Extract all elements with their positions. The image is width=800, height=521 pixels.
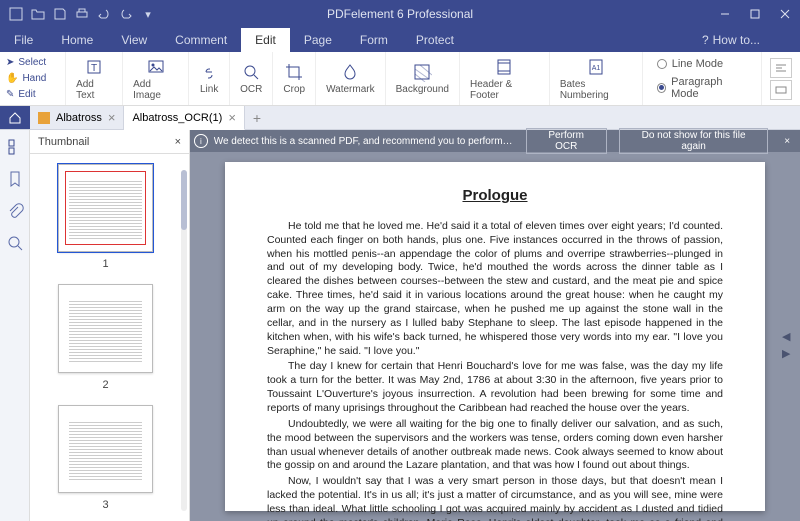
cursor-icon: ➤ xyxy=(6,57,14,68)
attachments-icon[interactable] xyxy=(6,202,24,220)
align-group xyxy=(762,52,800,105)
select-tool[interactable]: ➤Select xyxy=(6,55,59,69)
close-panel-icon[interactable]: × xyxy=(175,136,181,148)
nav-arrows: ◀ ▶ xyxy=(782,326,796,364)
maximize-button[interactable] xyxy=(740,0,770,28)
paragraph: Now, I wouldn't say that I was a very sm… xyxy=(267,475,723,521)
how-to[interactable]: ?How to... xyxy=(686,33,800,47)
paragraph: The day I knew for certain that Henri Bo… xyxy=(267,360,723,415)
radio-off-icon xyxy=(657,59,667,69)
document-tabs: Albatross× Albatross_OCR(1)× + xyxy=(0,106,800,130)
close-button[interactable] xyxy=(770,0,800,28)
qat-dropdown-icon[interactable]: ▾ xyxy=(140,6,156,22)
pencil-icon: ✎ xyxy=(6,89,14,100)
radio-on-icon xyxy=(657,83,666,93)
thumbnail-page-2[interactable] xyxy=(58,284,153,372)
line-mode-radio[interactable]: Line Mode xyxy=(657,58,747,70)
minimize-button[interactable] xyxy=(710,0,740,28)
new-tab-button[interactable]: + xyxy=(245,106,269,129)
page-heading: Prologue xyxy=(267,186,723,206)
select-group: ➤Select ✋Hand ✎Edit xyxy=(0,52,66,105)
add-image-button[interactable]: Add Image xyxy=(123,52,189,105)
info-icon: i xyxy=(194,134,208,148)
align-button-2[interactable] xyxy=(770,80,792,100)
close-icon[interactable]: × xyxy=(108,110,116,125)
edit-mode-group: Line Mode Paragraph Mode xyxy=(643,52,762,105)
paragraph: Undoubtedly, we were all waiting for the… xyxy=(267,418,723,473)
svg-text:A1: A1 xyxy=(591,65,600,72)
document-viewer: i We detect this is a scanned PDF, and r… xyxy=(190,130,800,521)
print-icon[interactable] xyxy=(74,6,90,22)
menu-page[interactable]: Page xyxy=(290,28,346,52)
menu-comment[interactable]: Comment xyxy=(161,28,241,52)
ocr-button[interactable]: OCR xyxy=(230,52,273,105)
app-title: PDFelement 6 Professional xyxy=(327,7,473,21)
menu-form[interactable]: Form xyxy=(346,28,402,52)
link-button[interactable]: Link xyxy=(189,52,230,105)
menu-edit[interactable]: Edit xyxy=(241,28,290,52)
watermark-button[interactable]: Watermark xyxy=(316,52,386,105)
thumb-num: 1 xyxy=(102,258,108,270)
thumb-num: 2 xyxy=(102,379,108,391)
thumb-num: 3 xyxy=(102,499,108,511)
thumbnails-icon[interactable] xyxy=(6,138,24,156)
app-logo-icon xyxy=(8,6,24,22)
hand-icon: ✋ xyxy=(6,73,18,84)
thumbnail-title: Thumbnail xyxy=(38,136,89,148)
titlebar: ▾ PDFelement 6 Professional xyxy=(0,0,800,28)
edit-tool[interactable]: ✎Edit xyxy=(6,88,59,102)
dont-show-button[interactable]: Do not show for this file again xyxy=(619,128,769,154)
svg-text:T: T xyxy=(91,63,97,74)
close-icon[interactable]: × xyxy=(228,110,236,125)
align-button-1[interactable] xyxy=(770,58,792,78)
menubar: File Home View Comment Edit Page Form Pr… xyxy=(0,28,800,52)
document-page[interactable]: Prologue He told me that he loved me. He… xyxy=(225,162,765,511)
background-button[interactable]: Background xyxy=(386,52,460,105)
paragraph-mode-radio[interactable]: Paragraph Mode xyxy=(657,76,747,100)
save-icon[interactable] xyxy=(52,6,68,22)
paragraph: He told me that he loved me. He'd said i… xyxy=(267,220,723,359)
notice-text: We detect this is a scanned PDF, and rec… xyxy=(214,136,514,147)
bookmarks-icon[interactable] xyxy=(6,170,24,188)
close-notice-icon[interactable]: × xyxy=(778,136,796,147)
menu-view[interactable]: View xyxy=(107,28,161,52)
open-icon[interactable] xyxy=(30,6,46,22)
next-arrow[interactable]: ▶ xyxy=(782,347,796,360)
thumbnail-page-3[interactable] xyxy=(58,405,153,493)
crop-button[interactable]: Crop xyxy=(273,52,316,105)
hand-tool[interactable]: ✋Hand xyxy=(6,71,59,85)
bates-button[interactable]: A1Bates Numbering xyxy=(550,52,643,105)
search-icon[interactable] xyxy=(6,234,24,252)
add-text-button[interactable]: TAdd Text xyxy=(66,52,123,105)
menu-file[interactable]: File xyxy=(0,28,47,52)
help-icon: ? xyxy=(702,33,709,47)
ribbon: ➤Select ✋Hand ✎Edit TAdd Text Add Image … xyxy=(0,52,800,106)
home-tab[interactable] xyxy=(0,106,30,129)
tab-albatross[interactable]: Albatross× xyxy=(30,106,124,129)
thumbnail-page-1[interactable] xyxy=(58,164,153,252)
tab-albatross-ocr[interactable]: Albatross_OCR(1)× xyxy=(124,106,244,130)
side-nav xyxy=(0,130,30,521)
prev-arrow[interactable]: ◀ xyxy=(782,330,796,343)
menu-home[interactable]: Home xyxy=(47,28,107,52)
redo-icon[interactable] xyxy=(118,6,134,22)
pdf-icon xyxy=(38,112,50,124)
header-footer-button[interactable]: Header & Footer xyxy=(460,52,550,105)
menu-protect[interactable]: Protect xyxy=(402,28,468,52)
thumbnail-panel: Thumbnail × 1 2 3 xyxy=(30,130,190,521)
thumbnail-scrollbar[interactable] xyxy=(181,170,187,511)
perform-ocr-button[interactable]: Perform OCR xyxy=(526,128,607,154)
undo-icon[interactable] xyxy=(96,6,112,22)
ocr-notice-bar: i We detect this is a scanned PDF, and r… xyxy=(190,130,800,152)
